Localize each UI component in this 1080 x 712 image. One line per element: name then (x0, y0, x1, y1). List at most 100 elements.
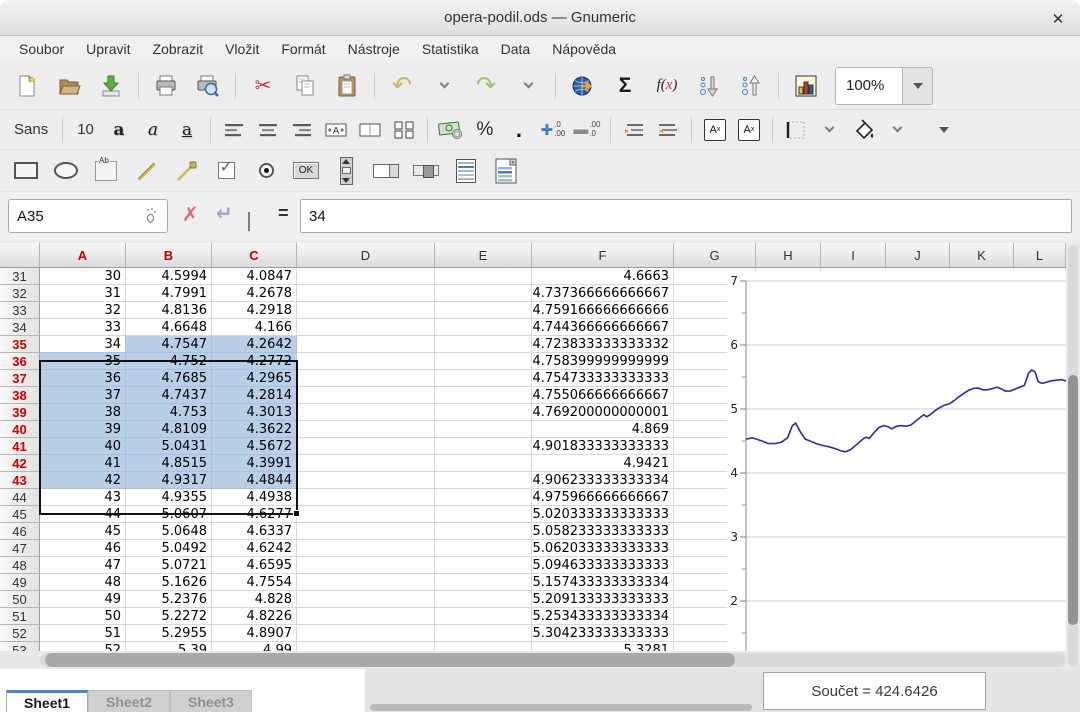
cell-C46[interactable]: 4.6337 (212, 523, 297, 540)
row-header-35[interactable]: 35 (0, 336, 40, 353)
cell-A45[interactable]: 44 (40, 506, 126, 523)
cell-B34[interactable]: 4.6648 (126, 319, 212, 336)
row-header-40[interactable]: 40 (0, 421, 40, 438)
cell-A51[interactable]: 50 (40, 608, 126, 625)
cell-D33[interactable] (297, 302, 435, 319)
cell-C48[interactable]: 4.6595 (212, 557, 297, 574)
cell-C38[interactable]: 4.2814 (212, 387, 297, 404)
cell-C52[interactable]: 4.8907 (212, 625, 297, 642)
cell-C36[interactable]: 4.2772 (212, 353, 297, 370)
format-thousands-button[interactable]: . (504, 115, 534, 145)
cell-C31[interactable]: 4.0847 (212, 268, 297, 285)
cell-A31[interactable]: 30 (40, 268, 126, 285)
row-header-34[interactable]: 34 (0, 319, 40, 336)
insert-scrollbar-button[interactable] (329, 154, 363, 188)
enter-button[interactable]: ↵ (216, 201, 233, 226)
title-bar[interactable]: opera-podil.ods — Gnumeric ✕ (0, 0, 1080, 36)
column-header-G[interactable]: G (674, 243, 756, 268)
cell-F53[interactable]: 5.3281 (532, 642, 674, 651)
cell-E40[interactable] (435, 421, 532, 438)
cell-E34[interactable] (435, 319, 532, 336)
zoom-value[interactable]: 100% (836, 68, 902, 104)
borders-button[interactable] (781, 115, 811, 145)
cancel-button[interactable]: ✗ (182, 202, 199, 227)
split-cells-button[interactable] (389, 115, 419, 145)
cell-D43[interactable] (297, 472, 435, 489)
cell-F49[interactable]: 5.157433333333334 (532, 574, 674, 591)
cell-A36[interactable]: 35 (40, 353, 126, 370)
row-header-33[interactable]: 33 (0, 302, 40, 319)
cell-F41[interactable]: 4.901833333333333 (532, 438, 674, 455)
cell-A32[interactable]: 31 (40, 285, 126, 302)
insert-combobox-button[interactable] (489, 154, 523, 188)
cell-D53[interactable] (297, 642, 435, 651)
cell-B50[interactable]: 5.2376 (126, 591, 212, 608)
row-header-38[interactable]: 38 (0, 387, 40, 404)
cell-D39[interactable] (297, 404, 435, 421)
row-header-53[interactable]: 53 (0, 642, 40, 651)
cell-F34[interactable]: 4.744366666666667 (532, 319, 674, 336)
bold-button[interactable]: a (104, 115, 134, 145)
cell-F31[interactable]: 4.6663 (532, 268, 674, 285)
cell-F33[interactable]: 4.759166666666666 (532, 302, 674, 319)
cell-D34[interactable] (297, 319, 435, 336)
cell-A40[interactable]: 39 (40, 421, 126, 438)
draw-line-button[interactable] (129, 154, 163, 188)
sort-descending-button[interactable] (691, 68, 727, 104)
column-header-J[interactable]: J (886, 243, 950, 268)
cell-E42[interactable] (435, 455, 532, 472)
cell-A35[interactable]: 34 (40, 336, 126, 353)
insert-chart-button[interactable] (788, 68, 824, 104)
cell-B35[interactable]: 4.7547 (126, 336, 212, 353)
row-header-36[interactable]: 36 (0, 353, 40, 370)
cell-E33[interactable] (435, 302, 532, 319)
cell-A33[interactable]: 32 (40, 302, 126, 319)
cell-B43[interactable]: 4.9317 (126, 472, 212, 489)
save-button[interactable] (93, 68, 129, 104)
sort-ascending-button[interactable] (733, 68, 769, 104)
cell-F40[interactable]: 4.869 (532, 421, 674, 438)
superscript-button[interactable]: Ax (700, 115, 730, 145)
cell-C50[interactable]: 4.828 (212, 591, 297, 608)
hscroll-thumb[interactable] (45, 653, 735, 667)
formula-input[interactable]: 34 (300, 199, 1072, 233)
cell-F50[interactable]: 5.209133333333333 (532, 591, 674, 608)
cell-A53[interactable]: 52 (40, 642, 126, 651)
column-header-A[interactable]: A (40, 243, 126, 268)
row-header-50[interactable]: 50 (0, 591, 40, 608)
cell-D36[interactable] (297, 353, 435, 370)
cell-F43[interactable]: 4.906233333333334 (532, 472, 674, 489)
row-header-43[interactable]: 43 (0, 472, 40, 489)
embedded-chart[interactable]: 765432 (727, 270, 1066, 651)
zoom-combo[interactable]: 100% (835, 67, 933, 105)
row-header-51[interactable]: 51 (0, 608, 40, 625)
cell-A52[interactable]: 51 (40, 625, 126, 642)
draw-ellipse-button[interactable] (49, 154, 83, 188)
cell-D49[interactable] (297, 574, 435, 591)
cell-D51[interactable] (297, 608, 435, 625)
cell-E50[interactable] (435, 591, 532, 608)
fill-dropdown[interactable] (883, 115, 913, 145)
row-header-44[interactable]: 44 (0, 489, 40, 506)
cell-C53[interactable]: 4.99 (212, 642, 297, 651)
sum-button[interactable]: Σ (607, 68, 643, 104)
cell-F39[interactable]: 4.769200000000001 (532, 404, 674, 421)
cell-E41[interactable] (435, 438, 532, 455)
cell-C33[interactable]: 4.2918 (212, 302, 297, 319)
cell-C49[interactable]: 4.7554 (212, 574, 297, 591)
cell-C41[interactable]: 4.5672 (212, 438, 297, 455)
horizontal-scrollbar[interactable] (0, 651, 1066, 669)
hyperlink-button[interactable] (565, 68, 601, 104)
cell-E48[interactable] (435, 557, 532, 574)
close-button[interactable]: ✕ (1048, 9, 1068, 29)
new-file-button[interactable] (9, 68, 45, 104)
insert-radio-button[interactable] (249, 154, 283, 188)
cell-A37[interactable]: 36 (40, 370, 126, 387)
cell-D47[interactable] (297, 540, 435, 557)
underline-button[interactable]: a (172, 115, 202, 145)
cell-C39[interactable]: 4.3013 (212, 404, 297, 421)
cell-B48[interactable]: 5.0721 (126, 557, 212, 574)
cell-A50[interactable]: 49 (40, 591, 126, 608)
cut-button[interactable]: ✂ (245, 68, 281, 104)
cell-B38[interactable]: 4.7437 (126, 387, 212, 404)
